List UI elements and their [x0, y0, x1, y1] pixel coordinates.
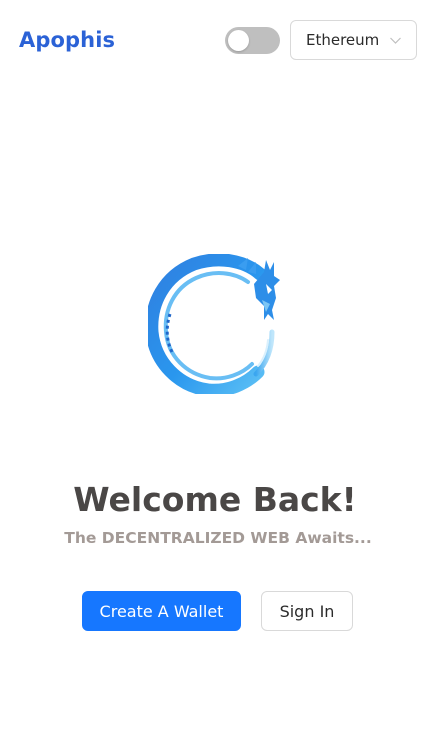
- create-wallet-button[interactable]: Create A Wallet: [82, 591, 241, 631]
- toggle-knob: [228, 30, 249, 51]
- welcome-subtitle: The DECENTRALIZED WEB Awaits...: [64, 529, 372, 547]
- chevron-down-icon: [390, 37, 401, 44]
- sign-in-button[interactable]: Sign In: [261, 591, 353, 631]
- dragon-ouroboros-icon: [148, 254, 280, 394]
- network-select[interactable]: Ethereum: [290, 20, 417, 60]
- welcome-title: Welcome Back!: [73, 480, 357, 519]
- app-logo: Apophis: [19, 28, 116, 52]
- theme-toggle[interactable]: [225, 27, 280, 54]
- network-select-value: Ethereum: [306, 31, 380, 49]
